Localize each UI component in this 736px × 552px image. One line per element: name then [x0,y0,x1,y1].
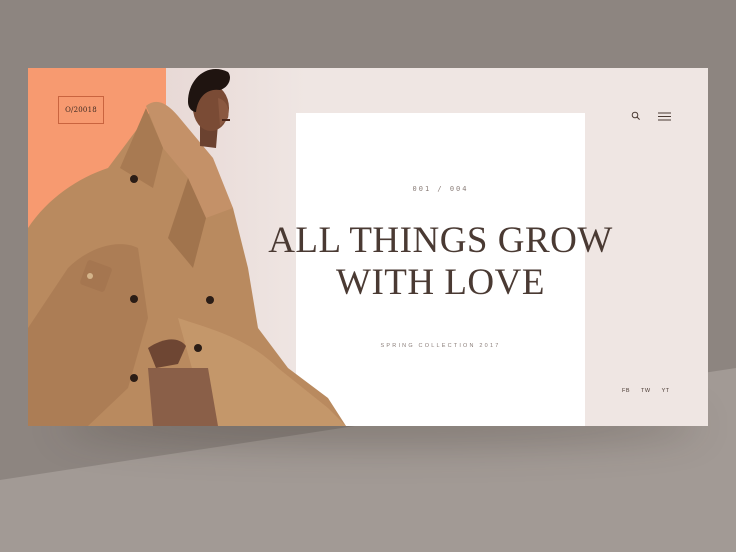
hero-headline: ALL THINGS GROW WITH LOVE [228,220,653,304]
brand-logo-text: O/20018 [65,106,97,114]
hamburger-menu-icon[interactable] [658,112,671,121]
brand-logo[interactable]: O/20018 [58,96,104,124]
headline-line-2: WITH LOVE [336,262,545,303]
hero-card: O/20018 001 / 004 ALL THINGS GROW WITH L… [28,68,708,426]
facebook-link[interactable]: FB [622,388,630,394]
collection-subtitle: SPRING COLLECTION 2017 [380,343,501,349]
slide-counter: 001 / 004 [412,185,469,193]
search-icon[interactable] [631,111,641,121]
page-background: O/20018 001 / 004 ALL THINGS GROW WITH L… [0,0,736,552]
social-links: FB TW YT [622,388,670,394]
headline-line-1: ALL THINGS GROW [268,220,613,261]
youtube-link[interactable]: YT [662,388,670,394]
twitter-link[interactable]: TW [641,388,651,394]
